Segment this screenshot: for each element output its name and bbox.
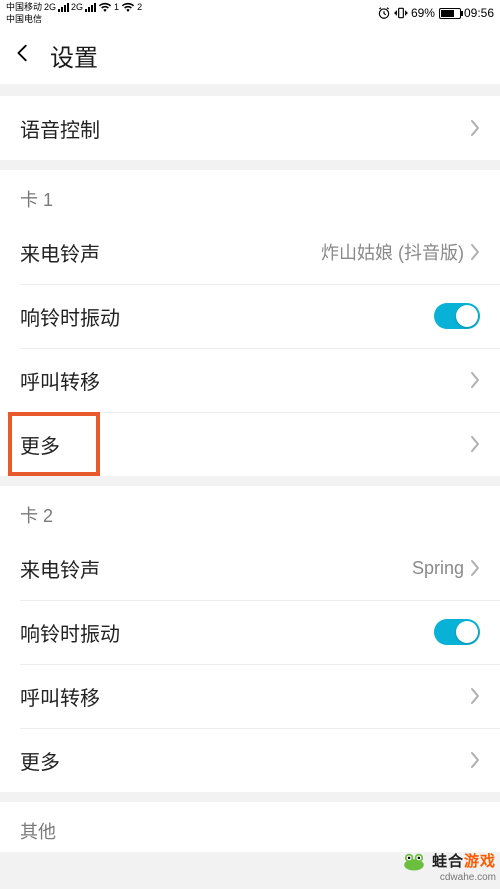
row-sim1-forward[interactable]: 呼叫转移 (0, 348, 500, 412)
chevron-right-icon (470, 751, 480, 769)
vibrate-icon (394, 6, 408, 20)
chevron-right-icon (470, 119, 480, 137)
watermark-brand-b: 游戏 (464, 853, 496, 870)
other-header: 其他 (0, 802, 500, 852)
row-sim2-more[interactable]: 更多 (0, 728, 500, 792)
sim2-header: 卡 2 (0, 486, 500, 536)
watermark: 蛙合游戏 cdwahe.com (400, 849, 496, 883)
sim2-ringtone-label: 来电铃声 (20, 554, 100, 583)
chevron-right-icon (470, 243, 480, 261)
row-sim1-more[interactable]: 更多 (0, 412, 500, 476)
sim1-forward-label: 呼叫转移 (20, 366, 100, 395)
frog-icon (400, 849, 428, 871)
page-title: 设置 (50, 38, 98, 73)
battery-percent: 69% (411, 6, 435, 20)
clock-time: 09:56 (464, 6, 494, 20)
chevron-right-icon (470, 371, 480, 389)
sim1-vibrate-toggle[interactable] (434, 303, 480, 329)
sim1-ringtone-value: 炸山姑娘 (抖音版) (321, 239, 464, 265)
row-voice-control[interactable]: 语音控制 (0, 96, 500, 160)
carrier-2: 中国电信 (6, 15, 42, 24)
alarm-icon (377, 6, 391, 20)
row-sim1-ringtone[interactable]: 来电铃声 炸山姑娘 (抖音版) (0, 220, 500, 284)
sim2-vibrate-toggle[interactable] (434, 619, 480, 645)
watermark-brand: 蛙合游戏 (432, 850, 496, 871)
chevron-right-icon (470, 559, 480, 577)
signal-icon-1 (58, 2, 69, 12)
section-sim2: 卡 2 来电铃声 Spring 响铃时振动 呼叫转移 更多 (0, 486, 500, 792)
watermark-brand-a: 蛙合 (432, 853, 464, 870)
status-right: 69% 09:56 (377, 6, 494, 20)
battery-icon (439, 8, 461, 19)
sim1-ringtone-label: 来电铃声 (20, 238, 100, 267)
section-other: 其他 (0, 802, 500, 852)
row-sim2-forward[interactable]: 呼叫转移 (0, 664, 500, 728)
wifi-badge-1: 1 (114, 3, 119, 12)
carrier-1: 中国移动 (6, 3, 42, 12)
net-2: 2G (71, 3, 83, 12)
chevron-right-icon (470, 435, 480, 453)
row-sim1-vibrate: 响铃时振动 (0, 284, 500, 348)
section-voice: 语音控制 (0, 96, 500, 160)
status-left: 中国移动 2G 2G 1 2 中国电信 (6, 2, 142, 24)
wifi-icon-2 (121, 2, 135, 12)
wifi-icon-1 (98, 2, 112, 12)
sim1-more-label: 更多 (20, 430, 60, 459)
watermark-url: cdwahe.com (400, 872, 496, 883)
sim2-more-label: 更多 (20, 746, 60, 775)
sim2-ringtone-value: Spring (412, 558, 464, 579)
app-header: 设置 (0, 26, 500, 84)
chevron-right-icon (470, 687, 480, 705)
net-1: 2G (44, 3, 56, 12)
back-button[interactable] (12, 42, 34, 69)
sim2-forward-label: 呼叫转移 (20, 682, 100, 711)
sim2-vibrate-label: 响铃时振动 (20, 618, 120, 647)
signal-icon-2 (85, 2, 96, 12)
voice-control-label: 语音控制 (20, 114, 100, 143)
row-sim2-vibrate: 响铃时振动 (0, 600, 500, 664)
row-sim2-ringtone[interactable]: 来电铃声 Spring (0, 536, 500, 600)
status-bar: 中国移动 2G 2G 1 2 中国电信 69% 09:56 (0, 0, 500, 26)
sim1-vibrate-label: 响铃时振动 (20, 302, 120, 331)
wifi-badge-2: 2 (137, 3, 142, 12)
section-sim1: 卡 1 来电铃声 炸山姑娘 (抖音版) 响铃时振动 呼叫转移 更多 (0, 170, 500, 476)
sim1-header: 卡 1 (0, 170, 500, 220)
